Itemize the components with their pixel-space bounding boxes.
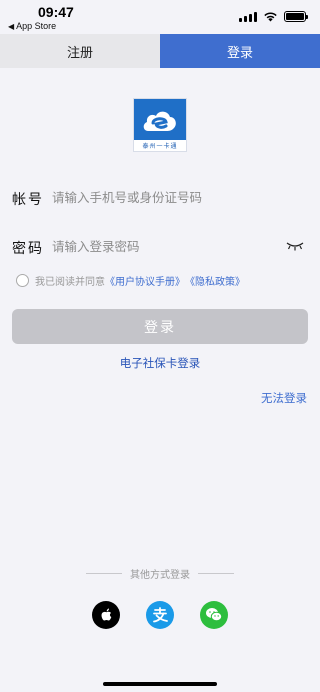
- cellular-signal-icon: [239, 11, 257, 22]
- alipay-login-button[interactable]: [146, 601, 174, 629]
- tab-register[interactable]: 注册: [0, 34, 160, 68]
- apple-icon: [101, 608, 111, 621]
- other-methods-title: 其他方式登录: [130, 570, 190, 581]
- agreement-row: 我已阅读并同意 《用户协议手册》 《隐私政策》: [16, 273, 245, 288]
- wifi-icon: [264, 12, 277, 22]
- wechat-icon: [206, 608, 223, 622]
- eye-closed-icon[interactable]: [286, 241, 304, 251]
- login-page: 09:47 ◀ App Store 注册 登录 泰州一卡通 帐号 请输入手机号或…: [0, 0, 320, 692]
- back-to-app-link[interactable]: ◀ App Store: [8, 21, 56, 31]
- status-time: 09:47: [38, 4, 74, 20]
- apple-login-button[interactable]: [92, 601, 120, 629]
- tab-login[interactable]: 登录: [160, 34, 320, 68]
- logo-cloud-icon: [143, 111, 176, 131]
- agreement-checkbox[interactable]: [16, 274, 29, 287]
- user-agreement-link[interactable]: 《用户协议手册》: [105, 273, 185, 288]
- divider-line: [198, 573, 234, 574]
- password-input[interactable]: [52, 239, 272, 254]
- auth-tabs: 注册 登录: [0, 34, 320, 68]
- cannot-login-link[interactable]: 无法登录: [261, 390, 307, 406]
- account-input[interactable]: [52, 190, 272, 205]
- status-bar: 09:47 ◀ App Store: [0, 0, 320, 34]
- back-arrow-icon: ◀: [8, 22, 15, 31]
- divider-line: [86, 573, 122, 574]
- home-indicator: [103, 682, 217, 686]
- alipay-icon: [153, 607, 168, 623]
- app-logo: 泰州一卡通: [133, 98, 187, 152]
- privacy-policy-link[interactable]: 《隐私政策》: [185, 273, 245, 288]
- logo-caption: 泰州一卡通: [142, 143, 178, 150]
- account-label: 帐号: [12, 192, 44, 208]
- battery-icon: [284, 11, 308, 22]
- other-login-methods-divider: 其他方式登录: [0, 566, 320, 581]
- login-button[interactable]: 登录: [12, 309, 308, 344]
- back-app-label: App Store: [16, 21, 57, 31]
- password-label: 密码: [12, 241, 44, 257]
- agreement-prefix: 我已阅读并同意: [35, 277, 105, 288]
- status-icons: [239, 11, 308, 22]
- social-security-card-login-link[interactable]: 电子社保卡登录: [0, 355, 320, 371]
- wechat-login-button[interactable]: [200, 601, 228, 629]
